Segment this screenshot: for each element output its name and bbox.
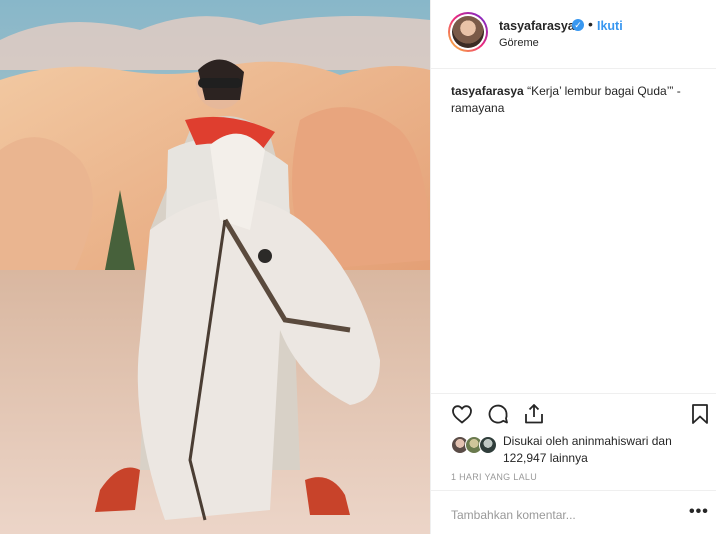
post-timestamp[interactable]: 1 HARI YANG LALU bbox=[451, 472, 537, 482]
post-header: tasyafarasya ✓ • Ikuti Göreme bbox=[431, 0, 716, 69]
liker-avatar[interactable] bbox=[479, 436, 497, 454]
bookmark-icon[interactable] bbox=[688, 402, 712, 426]
more-options-icon[interactable]: ••• bbox=[689, 503, 709, 521]
location-link[interactable]: Göreme bbox=[499, 37, 539, 49]
comment-icon[interactable] bbox=[486, 402, 510, 426]
separator-dot: • bbox=[588, 16, 593, 32]
comment-input[interactable] bbox=[451, 506, 671, 524]
instagram-post: tasyafarasya ✓ • Ikuti Göreme tasyafaras… bbox=[0, 0, 716, 534]
post-sidebar: tasyafarasya ✓ • Ikuti Göreme tasyafaras… bbox=[430, 0, 716, 534]
likes-text[interactable]: Disukai oleh aninmahiswari dan 122,947 l… bbox=[503, 433, 713, 467]
caption-username[interactable]: tasyafarasya bbox=[451, 84, 524, 98]
avatar-image bbox=[452, 16, 484, 48]
likes-summary: Disukai oleh aninmahiswari dan 122,947 l… bbox=[451, 433, 711, 469]
comment-bar: ••• bbox=[431, 490, 716, 535]
heart-icon[interactable] bbox=[450, 402, 474, 426]
share-icon[interactable] bbox=[522, 402, 546, 426]
verified-badge-icon: ✓ bbox=[572, 19, 584, 31]
post-photo[interactable] bbox=[0, 0, 430, 534]
post-caption: tasyafarasya “Kerja’ lembur bagai Quda’”… bbox=[451, 83, 701, 117]
liker-avatars bbox=[451, 436, 499, 454]
post-image bbox=[0, 0, 430, 534]
author-avatar[interactable] bbox=[448, 12, 488, 52]
follow-button[interactable]: Ikuti bbox=[597, 19, 623, 33]
author-username[interactable]: tasyafarasya bbox=[499, 19, 575, 33]
post-actions bbox=[431, 393, 716, 430]
